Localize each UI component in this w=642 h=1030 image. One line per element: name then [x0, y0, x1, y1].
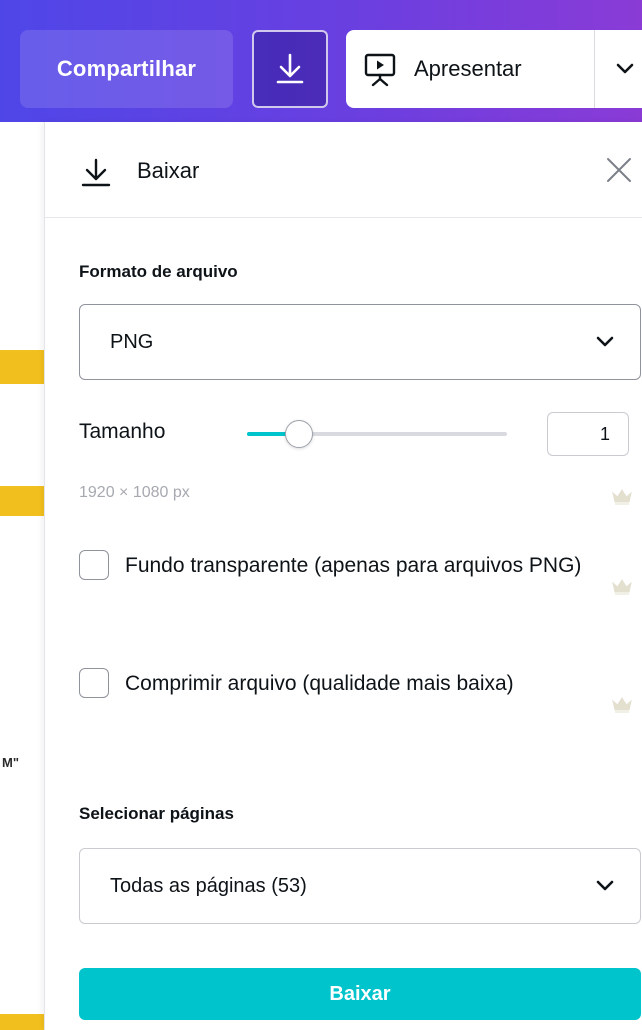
pages-value: Todas as páginas (53): [110, 874, 307, 897]
pages-select[interactable]: Todas as páginas (53): [79, 848, 641, 924]
canvas-accent-bar: [0, 1014, 44, 1030]
crown-icon: [612, 489, 632, 505]
crown-icon: [612, 579, 632, 595]
download-submit-button[interactable]: Baixar: [79, 968, 641, 1020]
download-icon: [81, 158, 111, 187]
chevron-down-icon: [616, 63, 634, 74]
present-label: Apresentar: [414, 56, 522, 81]
transparent-background-checkbox[interactable]: [79, 550, 109, 580]
size-slider[interactable]: [247, 420, 507, 448]
size-row: Tamanho 1 X: [79, 412, 642, 456]
size-label: Tamanho: [79, 420, 166, 443]
compress-file-checkbox[interactable]: [79, 668, 109, 698]
canvas-accent-bar: [0, 350, 44, 384]
chevron-down-icon: [596, 880, 614, 891]
chevron-down-icon: [596, 336, 614, 347]
presentation-icon: [364, 53, 396, 87]
share-button[interactable]: Compartilhar: [20, 30, 233, 108]
file-format-value: PNG: [110, 330, 154, 353]
crown-icon: [612, 697, 632, 713]
download-icon: [276, 53, 304, 84]
close-icon[interactable]: [605, 156, 633, 184]
editor-toolbar: Compartilhar Apresentar: [0, 0, 642, 122]
transparent-background-label: Fundo transparente (apenas para arquivos…: [125, 554, 582, 577]
design-canvas: M": [0, 122, 44, 1030]
compress-file-label: Comprimir arquivo (qualidade mais baixa): [125, 672, 514, 695]
file-format-label: Formato de arquivo: [79, 262, 238, 281]
transparent-background-option: Fundo transparente (apenas para arquivos…: [79, 546, 619, 630]
present-options-button[interactable]: [595, 30, 642, 108]
file-format-select[interactable]: PNG: [79, 304, 641, 380]
download-panel: Baixar Formato de arquivo PNG Tamanho 1 …: [44, 122, 642, 1030]
compress-file-option: Comprimir arquivo (qualidade mais baixa): [79, 664, 619, 748]
present-button[interactable]: Apresentar: [346, 30, 594, 108]
panel-header: Baixar: [45, 122, 642, 218]
panel-title: Baixar: [137, 158, 200, 183]
dimensions-text: 1920 × 1080 px: [79, 484, 190, 501]
canvas-text-fragment: M": [2, 755, 19, 770]
canvas-accent-bar: [0, 486, 44, 516]
download-button[interactable]: [252, 30, 328, 108]
select-pages-label: Selecionar páginas: [79, 804, 234, 823]
present-button-group: Apresentar: [346, 30, 642, 108]
size-input[interactable]: 1: [547, 412, 629, 456]
slider-thumb[interactable]: [285, 420, 313, 448]
